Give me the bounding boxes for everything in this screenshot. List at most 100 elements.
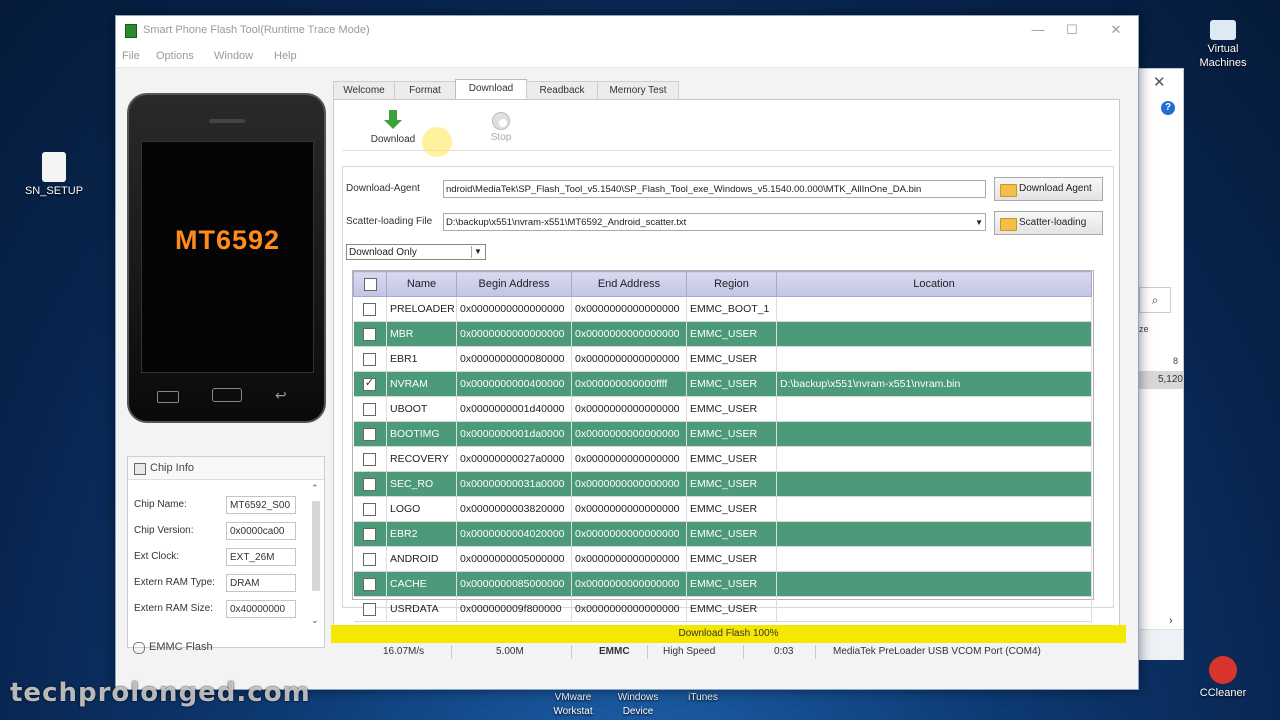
menu-help[interactable]: Help (274, 50, 297, 62)
partition-checkbox[interactable] (362, 402, 376, 416)
checkbox-cell[interactable] (353, 346, 387, 372)
tab-format[interactable]: Format (394, 81, 456, 99)
checkbox-cell[interactable] (353, 396, 387, 422)
table-row[interactable]: UBOOT 0x0000000001d40000 0x000000000000000… (353, 396, 1092, 422)
scroll-up-icon[interactable]: ⌃ (311, 483, 319, 494)
table-row[interactable]: USRDATA 0x000000009f800000 0x0000000000000… (353, 596, 1092, 622)
location[interactable] (776, 421, 1092, 447)
title-bar[interactable]: Smart Phone Flash Tool(Runtime Trace Mod… (116, 16, 1138, 45)
table-row[interactable]: CACHE 0x0000000085000000 0x000000000000000… (353, 571, 1092, 597)
location[interactable] (776, 396, 1092, 422)
checkbox-cell[interactable] (353, 596, 387, 622)
checkbox-cell[interactable] (353, 521, 387, 547)
scrollbar-thumb[interactable] (312, 501, 320, 591)
partition-checkbox[interactable] (362, 552, 376, 566)
table-row[interactable]: MBR 0x0000000000000000 0x0000000000000000 E… (353, 321, 1092, 347)
checkbox-cell[interactable] (353, 421, 387, 447)
menu-options[interactable]: Options (156, 50, 194, 62)
menu-file[interactable]: File (122, 50, 140, 62)
chip-name-value[interactable]: MT6592_S00 (226, 496, 296, 514)
chevron-right-icon[interactable]: › (1169, 615, 1173, 627)
tab-download[interactable]: Download (455, 79, 527, 100)
help-icon[interactable]: ? (1161, 101, 1175, 115)
scroll-down-icon[interactable]: ⌄ (311, 615, 319, 626)
download-mode-select[interactable]: Download Only ▼ (346, 244, 486, 260)
column-header-region[interactable]: Region (686, 271, 777, 297)
chip-info-scrollbar[interactable]: ⌃ ⌄ (310, 483, 322, 625)
column-header-end-address[interactable]: End Address (571, 271, 687, 297)
dropdown-arrow-icon[interactable]: ▼ (975, 214, 983, 230)
table-row[interactable]: RECOVERY 0x00000000027a0000 0x000000000000… (353, 446, 1092, 472)
partition-checkbox[interactable] (362, 427, 376, 441)
download-button[interactable]: Download (363, 108, 423, 145)
partition-checkbox[interactable] (362, 477, 376, 491)
checkbox-cell[interactable] (353, 496, 387, 522)
table-row[interactable]: SEC_RO 0x00000000031a0000 0x00000000000000… (353, 471, 1092, 497)
taskbar-label-windows-device[interactable]: Windows Device (606, 691, 670, 719)
checkbox-cell[interactable] (353, 471, 387, 497)
partition-checkbox[interactable] (362, 577, 376, 591)
select-all-checkbox-cell[interactable] (353, 271, 387, 297)
scatter-loading-button[interactable]: Scatter-loading (994, 211, 1103, 235)
stop-button[interactable]: Stop (471, 108, 531, 143)
ram-type-value[interactable]: DRAM (226, 574, 296, 592)
checkbox-cell[interactable] (353, 571, 387, 597)
table-row[interactable]: LOGO 0x0000000003820000 0x0000000000000000… (353, 496, 1092, 522)
partition-checkbox[interactable] (362, 527, 376, 541)
location[interactable] (776, 446, 1092, 472)
location[interactable] (776, 321, 1092, 347)
selected-size-value[interactable]: 5,120 (1139, 371, 1183, 389)
tab-memory-test[interactable]: Memory Test (597, 81, 679, 99)
partition-checkbox[interactable] (362, 376, 376, 391)
location[interactable] (776, 521, 1092, 547)
column-header-name[interactable]: Name (386, 271, 457, 297)
partition-checkbox[interactable] (362, 327, 376, 341)
location[interactable] (776, 346, 1092, 372)
partition-checkbox[interactable] (362, 302, 376, 316)
chip-version-value[interactable]: 0x0000ca00 (226, 522, 296, 540)
dropdown-arrow-icon[interactable]: ▼ (471, 246, 484, 258)
view-toggle-bar[interactable] (1139, 629, 1183, 660)
download-agent-button[interactable]: Download Agent (994, 177, 1103, 201)
emmc-flash-section[interactable]: EMMC Flash (127, 636, 323, 658)
table-row[interactable]: ANDROID 0x0000000005000000 0x0000000000000… (353, 546, 1092, 572)
menu-window[interactable]: Window (214, 50, 253, 62)
close-button[interactable]: ✕ (1096, 19, 1136, 41)
ram-size-value[interactable]: 0x40000000 (226, 600, 296, 618)
desktop-icon-sn-setup[interactable]: SN_SETUP (24, 152, 84, 198)
ext-clock-value[interactable]: EXT_26M (226, 548, 296, 566)
column-header-begin-address[interactable]: Begin Address (456, 271, 572, 297)
location[interactable]: D:\backup\x551\nvram-x551\nvram.bin (776, 371, 1092, 397)
checkbox-cell[interactable] (353, 546, 387, 572)
checkbox-cell[interactable] (353, 321, 387, 347)
maximize-button[interactable]: ☐ (1052, 19, 1092, 41)
partition-checkbox[interactable] (362, 602, 376, 616)
location[interactable] (776, 596, 1092, 622)
taskbar-label-itunes[interactable]: iTunes (680, 691, 726, 705)
column-header-location[interactable]: Location (776, 271, 1092, 297)
partition-checkbox[interactable] (362, 352, 376, 366)
download-agent-path[interactable]: ndroid\MediaTek\SP_Flash_Tool_v5.1540\SP… (443, 180, 986, 198)
partition-checkbox[interactable] (362, 452, 376, 466)
table-row[interactable]: PRELOADER 0x0000000000000000 0x00000000000… (353, 296, 1092, 322)
location[interactable] (776, 496, 1092, 522)
tab-readback[interactable]: Readback (526, 81, 598, 99)
table-row[interactable]: EBR1 0x0000000000080000 0x0000000000000000… (353, 346, 1092, 372)
table-row[interactable]: BOOTIMG 0x0000000001da0000 0x0000000000000… (353, 421, 1092, 447)
location[interactable] (776, 296, 1092, 322)
scatter-path-select[interactable]: D:\backup\x551\nvram-x551\MT6592_Android… (443, 213, 986, 231)
partition-checkbox[interactable] (362, 502, 376, 516)
select-all-checkbox[interactable] (363, 277, 377, 291)
desktop-icon-ccleaner[interactable]: CCleaner (1190, 656, 1256, 700)
search-icon[interactable]: ⌕ (1139, 287, 1171, 313)
location[interactable] (776, 471, 1092, 497)
checkbox-cell[interactable] (353, 371, 387, 397)
desktop-icon-virtual-machines[interactable]: Virtual Machines (1190, 20, 1256, 70)
checkbox-cell[interactable] (353, 296, 387, 322)
chip-info-header[interactable]: Chip Info (128, 457, 324, 480)
taskbar-label-vmware[interactable]: VMware Workstat (545, 691, 601, 719)
checkbox-cell[interactable] (353, 446, 387, 472)
table-row[interactable]: NVRAM0x00000000004000000x000000000000fff… (353, 371, 1092, 397)
close-icon[interactable]: ✕ (1153, 73, 1166, 91)
table-row[interactable]: EBR2 0x0000000004020000 0x0000000000000000… (353, 521, 1092, 547)
